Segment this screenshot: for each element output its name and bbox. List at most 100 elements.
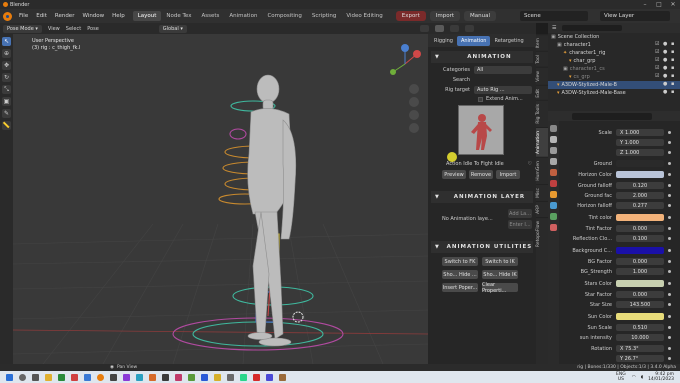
outliner-filter-icon[interactable]: ☰	[552, 25, 556, 31]
zoom-icon[interactable]	[409, 84, 419, 94]
cursor-tool-icon[interactable]: ⊕	[2, 49, 11, 58]
tint-color-swatch[interactable]	[616, 214, 664, 221]
workspace-tab-node-tex[interactable]: Node Tex	[161, 11, 196, 21]
eye-icon[interactable]: ●	[663, 50, 668, 55]
tab-rigging[interactable]: Rigging	[430, 36, 457, 46]
prop-value[interactable]: 0.000	[616, 291, 664, 298]
output-props-icon[interactable]	[550, 147, 557, 154]
render-shading-button[interactable]	[464, 25, 474, 32]
checkbox-icon[interactable]: ☑	[655, 58, 660, 63]
switch-to-ik-button[interactable]: Switch to IK	[482, 257, 518, 266]
scene-selector[interactable]: Scene	[520, 11, 588, 21]
insert-properties-button[interactable]: Insert Poper...	[442, 283, 478, 292]
transform-tool-icon[interactable]: ▣	[2, 97, 11, 106]
eye-icon[interactable]: ●	[663, 82, 668, 87]
preview-button[interactable]: Preview	[442, 170, 466, 179]
eye-icon[interactable]: ●	[663, 58, 668, 63]
search-input[interactable]	[474, 76, 532, 84]
app-icon[interactable]	[71, 373, 78, 381]
camera-icon[interactable]: ▪	[671, 58, 676, 63]
physics-props-icon[interactable]	[550, 213, 557, 220]
object-props-icon[interactable]	[550, 191, 557, 198]
app-icon[interactable]	[149, 373, 156, 381]
prop-value[interactable]: Y 1.000	[616, 139, 664, 146]
annotate-tool-icon[interactable]: ✎	[2, 109, 11, 118]
tab-animation[interactable]: Animation	[456, 35, 491, 46]
keyframe-dot-icon[interactable]	[668, 237, 671, 240]
outliner-row[interactable]: ▾ cs_grp ☑ ● ▪	[548, 73, 680, 81]
menu-help[interactable]: Help	[108, 13, 129, 19]
keyframe-dot-icon[interactable]	[668, 162, 671, 165]
keyframe-dot-icon[interactable]	[668, 204, 671, 207]
prop-value[interactable]: 1.000	[616, 268, 664, 275]
keyframe-dot-icon[interactable]	[668, 315, 671, 318]
app-icon[interactable]	[253, 373, 260, 381]
viewport-menu-select[interactable]: Select	[66, 26, 81, 32]
keyframe-dot-icon[interactable]	[668, 293, 671, 296]
keyframe-dot-icon[interactable]	[668, 194, 671, 197]
volume-icon[interactable]: ◖	[641, 375, 643, 380]
checkbox-icon[interactable]: ☑	[655, 50, 660, 55]
start-icon[interactable]	[6, 373, 13, 381]
workspace-tab-compositing[interactable]: Compositing	[262, 11, 306, 21]
animation-utilities-section-header[interactable]: ▼ ANIMATION UTILITIES	[431, 241, 533, 253]
keyframe-dot-icon[interactable]	[668, 260, 671, 263]
keyframe-dot-icon[interactable]	[668, 303, 671, 306]
checkbox-icon[interactable]: ☑	[655, 42, 660, 47]
workspace-tab-video-editing[interactable]: Video Editing	[341, 11, 387, 21]
workspace-tab-assets[interactable]: Assets	[196, 11, 224, 21]
workspace-tab-animation[interactable]: Animation	[224, 11, 262, 21]
add-layer-button[interactable]: Add La...	[508, 209, 532, 218]
prop-value[interactable]: X 75.3°	[616, 345, 664, 352]
app-icon[interactable]	[201, 373, 208, 381]
show-hide-ik-button[interactable]: Sho... Hide IK	[482, 270, 518, 279]
app-icon[interactable]	[227, 373, 234, 381]
manual-button[interactable]: Manual	[464, 11, 496, 21]
prop-value[interactable]: 0.510	[616, 324, 664, 331]
solid-shading-button[interactable]	[434, 25, 444, 32]
menu-file[interactable]: File	[15, 13, 32, 19]
app-icon[interactable]	[58, 373, 65, 381]
camera-icon[interactable]: ▪	[671, 82, 676, 87]
material-props-icon[interactable]	[550, 224, 557, 231]
search-icon[interactable]	[19, 373, 26, 381]
app-icon[interactable]	[266, 373, 273, 381]
select-tool-icon[interactable]: ↖	[2, 37, 11, 46]
prop-value[interactable]: Y 26.7°	[616, 355, 664, 362]
blender-logo-icon[interactable]	[3, 11, 12, 21]
eye-icon[interactable]: ●	[663, 74, 668, 79]
app-icon[interactable]	[214, 373, 221, 381]
outliner-row[interactable]: ▾ A3DW-Stylized-Male-Base ● ▪	[548, 89, 680, 97]
app-icon[interactable]	[240, 373, 247, 381]
navigation-gizmo[interactable]	[390, 44, 421, 75]
horizon-color-swatch[interactable]	[616, 171, 664, 178]
vtab-misc[interactable]: Misc	[536, 183, 548, 201]
extend-anim-checkbox[interactable]	[478, 96, 483, 102]
show-hide-fk-button[interactable]: Sho... Hide ...	[442, 270, 478, 279]
prop-value[interactable]: 10.000	[616, 334, 664, 341]
export-button[interactable]: Export	[395, 11, 426, 21]
categories-dropdown[interactable]: All	[474, 66, 532, 74]
camera-icon[interactable]: ▪	[671, 42, 676, 47]
rig-target-dropdown[interactable]: Auto Rig ...	[474, 86, 532, 94]
maximize-button[interactable]: □	[652, 0, 666, 9]
view-layer-props-icon[interactable]	[550, 158, 557, 165]
keyframe-dot-icon[interactable]	[668, 282, 671, 285]
eye-icon[interactable]: ●	[663, 90, 668, 95]
prop-value[interactable]: 0.000	[616, 225, 664, 232]
keyframe-dot-icon[interactable]	[668, 347, 671, 350]
wireframe-shading-button[interactable]	[419, 25, 429, 32]
app-icon[interactable]	[279, 373, 286, 381]
task-view-icon[interactable]	[32, 373, 39, 381]
sun-color-swatch[interactable]	[616, 313, 664, 320]
clear-properties-button[interactable]: Clear Properti...	[482, 282, 518, 294]
prop-value[interactable]: 143.500	[616, 301, 664, 308]
keyframe-dot-icon[interactable]	[668, 336, 671, 339]
viewport-menu-pose[interactable]: Pose	[87, 26, 99, 32]
favorite-heart-icon[interactable]: ♡	[528, 161, 532, 167]
file-explorer-icon[interactable]	[45, 373, 52, 381]
camera-icon[interactable]: ▪	[671, 90, 676, 95]
prop-value[interactable]: 0.000	[616, 258, 664, 265]
world-props-icon[interactable]	[550, 180, 557, 187]
outliner-row[interactable]: ▾ A3DW-Stylized-Male-B ● ▪	[548, 81, 680, 89]
